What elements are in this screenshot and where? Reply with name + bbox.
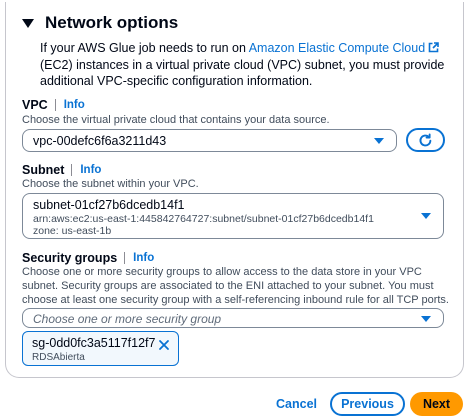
subnet-description: Choose the subnet within your VPC. xyxy=(22,178,199,190)
security-groups-placeholder: Choose one or more security group xyxy=(33,312,222,326)
vpc-description: Choose the virtual private cloud that co… xyxy=(22,114,330,126)
vpc-select[interactable]: vpc-00defc6f6a3211d43 xyxy=(22,129,397,152)
section-description: If your AWS Glue job needs to run on Ama… xyxy=(40,40,460,90)
vpc-label: VPC xyxy=(22,98,48,112)
vpc-label-row: VPC Info xyxy=(22,98,85,112)
security-group-token: sg-0dd0fc3a5117f12f7 RDSAbierta xyxy=(22,331,179,366)
description-text-start: If your AWS Glue job needs to run on xyxy=(40,41,249,55)
description-text-end: (EC2) instances in a virtual private clo… xyxy=(40,57,445,89)
security-groups-select[interactable]: Choose one or more security group xyxy=(22,308,444,328)
section-title: Network options xyxy=(45,13,179,32)
chevron-down-icon xyxy=(421,316,431,322)
subnet-select[interactable]: subnet-01cf27b6dcedb14f1 arn:aws:ec2:us-… xyxy=(22,193,444,239)
vpc-info-link[interactable]: Info xyxy=(64,99,85,111)
network-options-header[interactable]: Network options xyxy=(22,13,178,33)
subnet-arn: arn:aws:ec2:us-east-1:445842764727:subne… xyxy=(33,213,374,225)
caret-down-icon[interactable] xyxy=(22,19,34,28)
token-label: sg-0dd0fc3a5117f12f7 xyxy=(32,336,156,350)
chevron-down-icon xyxy=(374,138,384,144)
close-icon[interactable] xyxy=(158,339,170,351)
subnet-zone: zone: us-east-1b xyxy=(33,225,112,237)
chevron-down-icon xyxy=(421,213,431,219)
cancel-button[interactable]: Cancel xyxy=(276,397,317,411)
divider xyxy=(71,164,73,176)
token-name: RDSAbierta xyxy=(32,352,85,363)
security-groups-label-row: Security groups Info xyxy=(22,251,154,265)
next-button[interactable]: Next xyxy=(410,392,463,416)
security-groups-label: Security groups xyxy=(22,251,118,265)
previous-button[interactable]: Previous xyxy=(330,392,405,416)
divider xyxy=(124,252,126,264)
vpc-value: vpc-00defc6f6a3211d43 xyxy=(33,134,167,148)
subnet-value: subnet-01cf27b6dcedb14f1 xyxy=(33,198,185,212)
external-link-icon[interactable] xyxy=(428,42,439,53)
refresh-icon xyxy=(419,132,432,146)
security-groups-description: Choose one or more security groups to al… xyxy=(22,266,449,306)
subnet-label-row: Subnet Info xyxy=(22,163,101,177)
subnet-info-link[interactable]: Info xyxy=(80,164,101,176)
security-groups-info-link[interactable]: Info xyxy=(133,252,154,264)
ec2-link[interactable]: Amazon Elastic Compute Cloud xyxy=(249,41,425,55)
divider xyxy=(54,99,56,111)
refresh-vpc-button[interactable] xyxy=(406,128,445,152)
subnet-label: Subnet xyxy=(22,163,65,177)
